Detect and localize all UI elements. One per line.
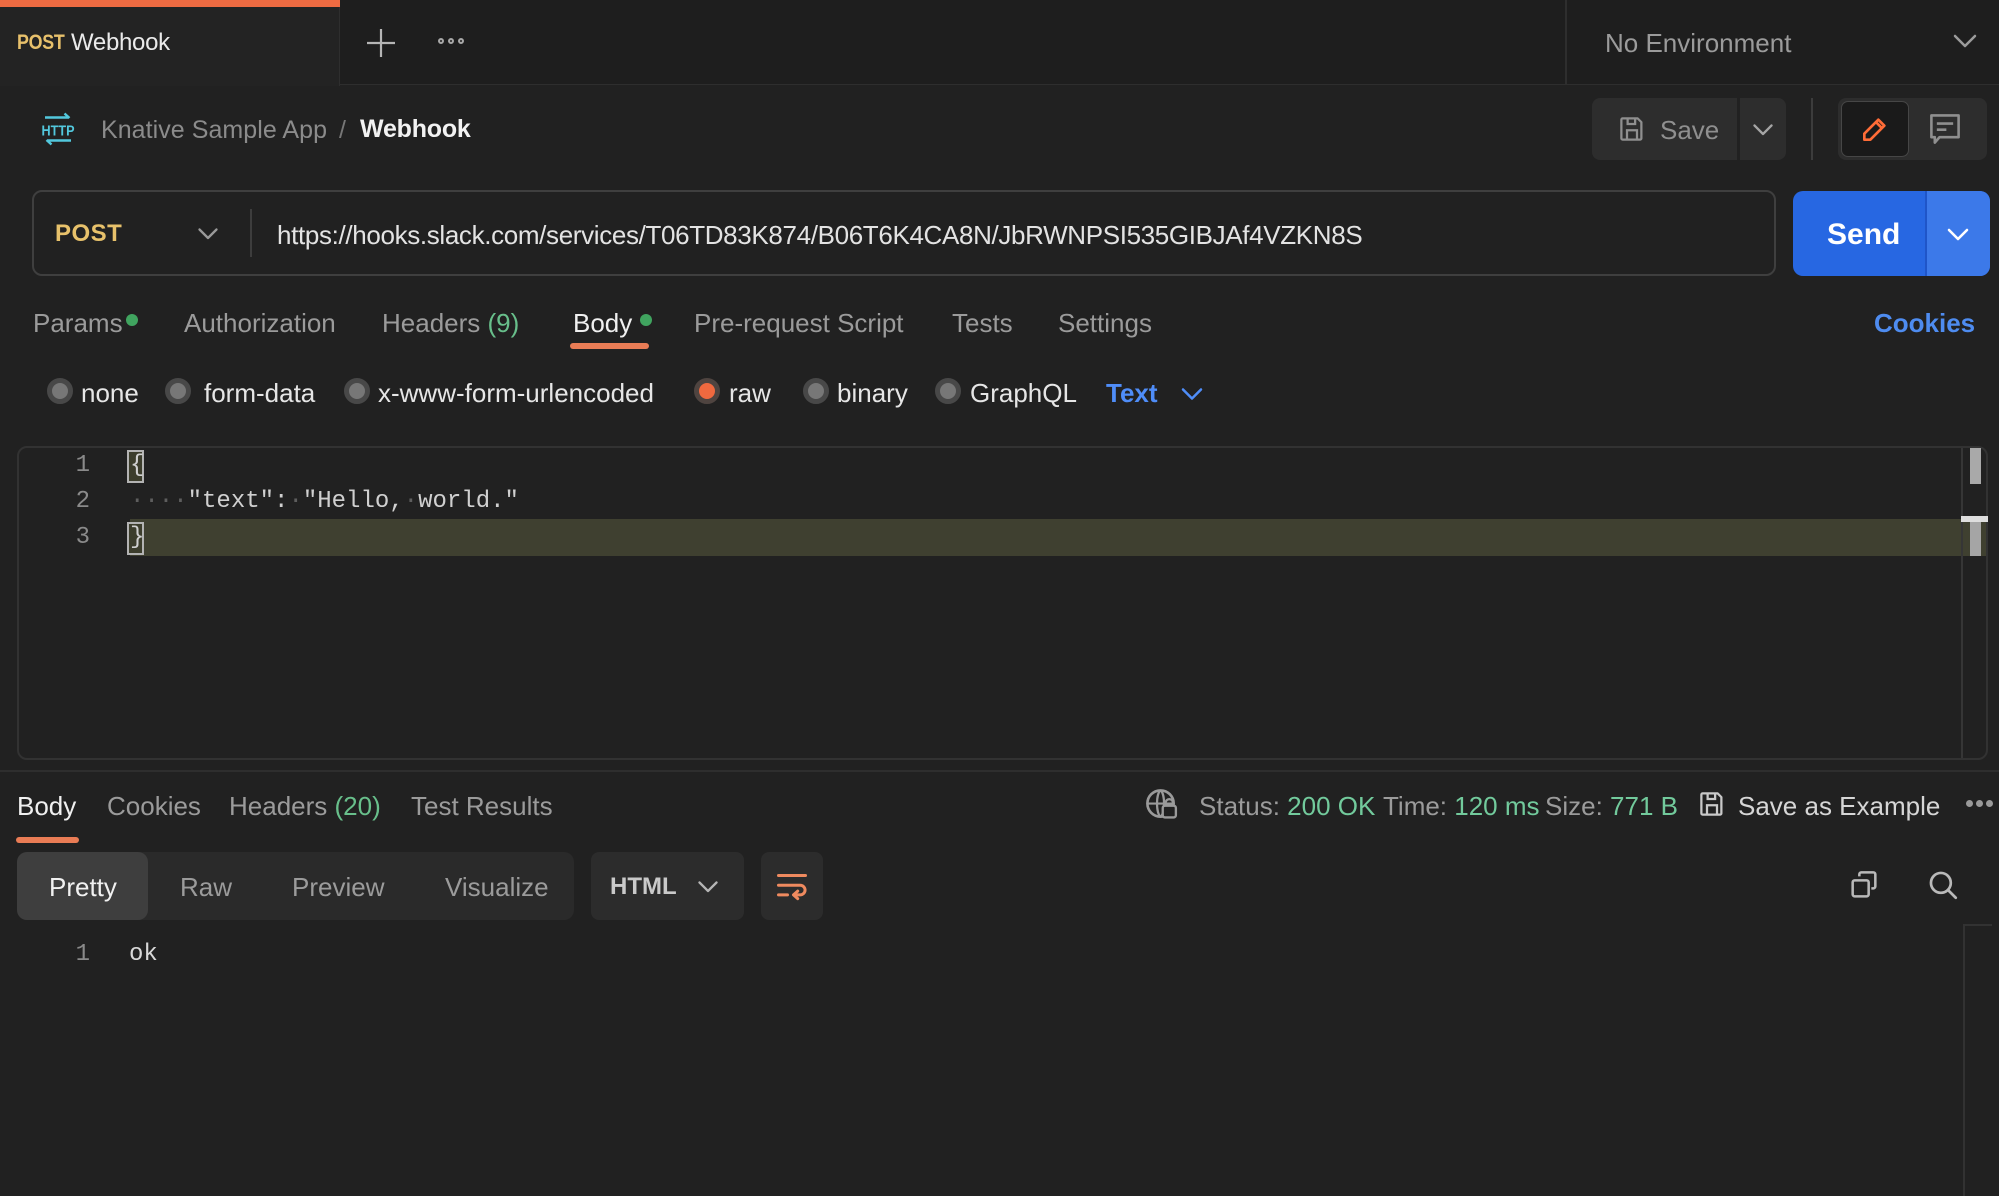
svg-text:HTTP: HTTP [42, 123, 75, 140]
